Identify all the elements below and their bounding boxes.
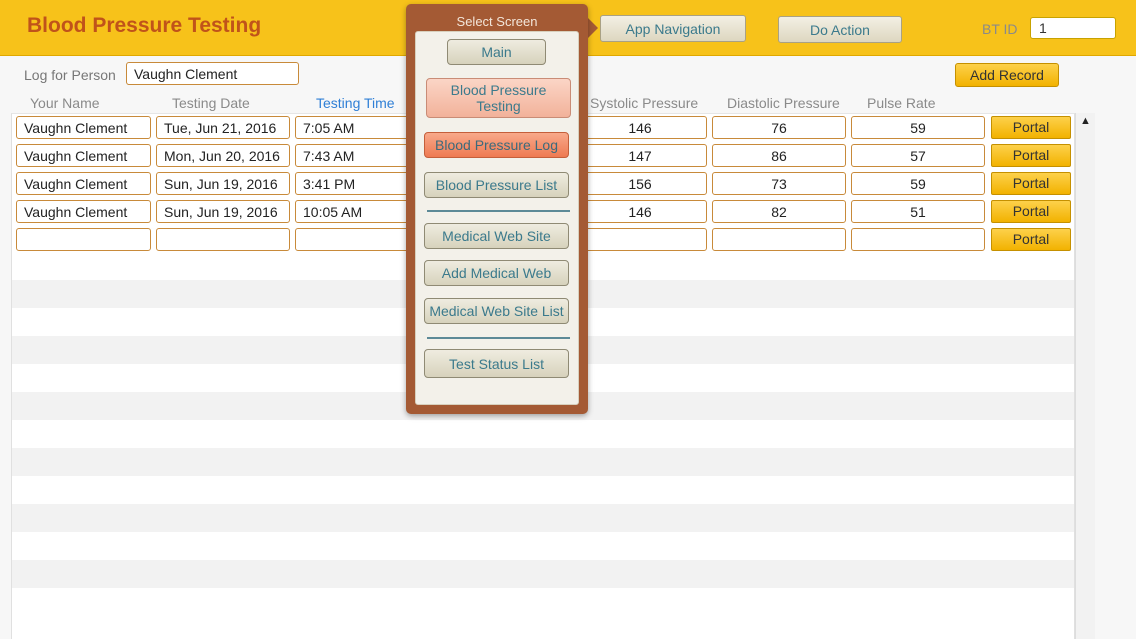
column-header-diastolic[interactable]: Diastolic Pressure — [727, 95, 840, 111]
bt-id-field[interactable]: 1 — [1030, 17, 1116, 39]
name-cell[interactable]: Vaughn Clement — [16, 200, 151, 223]
diastolic-cell[interactable]: 76 — [712, 116, 846, 139]
menu-add-medical-web-button[interactable]: Add Medical Web — [424, 260, 569, 286]
time-cell[interactable]: 10:05 AM — [295, 200, 415, 223]
popover-title: Select Screen — [456, 14, 538, 29]
time-cell[interactable]: 3:41 PM — [295, 172, 415, 195]
scroll-up-arrow-icon[interactable]: ▲ — [1080, 115, 1091, 127]
menu-bp-testing-line2: Testing — [476, 98, 521, 114]
menu-medical-web-site-button[interactable]: Medical Web Site — [424, 223, 569, 249]
date-cell[interactable]: Mon, Jun 20, 2016 — [156, 144, 290, 167]
name-cell[interactable]: Vaughn Clement — [16, 172, 151, 195]
time-cell[interactable]: 7:43 AM — [295, 144, 415, 167]
diastolic-cell[interactable]: 82 — [712, 200, 846, 223]
systolic-cell[interactable]: 156 — [573, 172, 707, 195]
column-header-systolic[interactable]: Systolic Pressure — [590, 95, 698, 111]
vertical-scrollbar[interactable]: ▲ — [1075, 113, 1095, 639]
menu-bp-testing-button[interactable]: Blood Pressure Testing — [426, 78, 571, 118]
diastolic-cell[interactable] — [712, 228, 846, 251]
date-cell[interactable] — [156, 228, 290, 251]
time-cell[interactable]: 7:05 AM — [295, 116, 415, 139]
diastolic-cell[interactable]: 73 — [712, 172, 846, 195]
name-cell[interactable]: Vaughn Clement — [16, 144, 151, 167]
systolic-cell[interactable]: 146 — [573, 116, 707, 139]
systolic-cell[interactable]: 147 — [573, 144, 707, 167]
bt-id-label: BT ID — [982, 21, 1018, 37]
systolic-cell[interactable]: 146 — [573, 200, 707, 223]
menu-bp-log-button[interactable]: Blood Pressure Log — [424, 132, 569, 158]
column-header-testing-time[interactable]: Testing Time — [316, 95, 395, 111]
portal-button[interactable]: Portal — [991, 172, 1071, 195]
empty-row-stripe — [12, 560, 1074, 588]
empty-row-stripe — [12, 448, 1074, 476]
pulse-cell[interactable]: 57 — [851, 144, 985, 167]
add-record-button[interactable]: Add Record — [955, 63, 1059, 87]
date-cell[interactable]: Tue, Jun 21, 2016 — [156, 116, 290, 139]
pulse-cell[interactable] — [851, 228, 985, 251]
column-header-testing-date[interactable]: Testing Date — [172, 95, 250, 111]
pulse-cell[interactable]: 51 — [851, 200, 985, 223]
log-for-person-label: Log for Person — [24, 67, 116, 83]
column-header-pulse-rate[interactable]: Pulse Rate — [867, 95, 935, 111]
name-cell[interactable]: Vaughn Clement — [16, 116, 151, 139]
log-for-person-field[interactable]: Vaughn Clement — [126, 62, 299, 85]
pulse-cell[interactable]: 59 — [851, 116, 985, 139]
select-screen-popover: Select Screen Main Blood Pressure Testin… — [406, 4, 588, 414]
empty-row-stripe — [12, 504, 1074, 532]
menu-divider — [427, 337, 570, 339]
popover-menu: Main Blood Pressure Testing Blood Pressu… — [415, 31, 579, 405]
portal-button[interactable]: Portal — [991, 228, 1071, 251]
menu-bp-list-button[interactable]: Blood Pressure List — [424, 172, 569, 198]
name-cell[interactable] — [16, 228, 151, 251]
diastolic-cell[interactable]: 86 — [712, 144, 846, 167]
menu-divider — [427, 210, 570, 212]
menu-medical-web-site-list-button[interactable]: Medical Web Site List — [424, 298, 569, 324]
page-title: Blood Pressure Testing — [27, 14, 262, 37]
menu-test-status-list-button[interactable]: Test Status List — [424, 349, 569, 378]
portal-button[interactable]: Portal — [991, 116, 1071, 139]
menu-main-button[interactable]: Main — [447, 39, 546, 65]
portal-button[interactable]: Portal — [991, 144, 1071, 167]
portal-button[interactable]: Portal — [991, 200, 1071, 223]
app-navigation-button[interactable]: App Navigation — [600, 15, 746, 42]
date-cell[interactable]: Sun, Jun 19, 2016 — [156, 200, 290, 223]
systolic-cell[interactable] — [573, 228, 707, 251]
pulse-cell[interactable]: 59 — [851, 172, 985, 195]
menu-bp-testing-line1: Blood Pressure — [450, 82, 547, 98]
column-header-your-name[interactable]: Your Name — [30, 95, 100, 111]
date-cell[interactable]: Sun, Jun 19, 2016 — [156, 172, 290, 195]
time-cell[interactable] — [295, 228, 415, 251]
do-action-button[interactable]: Do Action — [778, 16, 902, 43]
